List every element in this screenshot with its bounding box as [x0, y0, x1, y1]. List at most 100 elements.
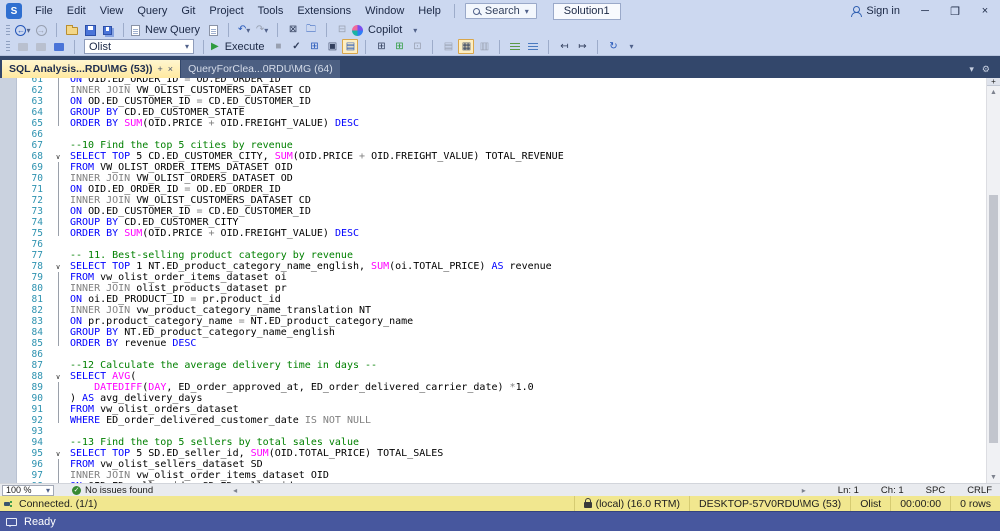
navigate-forward-button[interactable]: → — [33, 23, 49, 38]
code-line-86[interactable] — [70, 349, 985, 360]
code-line-89[interactable]: DATEDIFF(DAY, ED_order_approved_at, ED_o… — [70, 382, 985, 393]
fold-collapse-icon[interactable]: ∨ — [53, 151, 63, 162]
scroll-down-arrow[interactable]: ▼ — [987, 471, 1000, 483]
menu-item-query[interactable]: Query — [130, 0, 174, 22]
minimize-button[interactable]: ─ — [910, 0, 940, 22]
toolbar-overflow-button[interactable]: ▾ — [407, 23, 423, 38]
code-line-67[interactable]: --10 Find the top 5 cities by revenue — [70, 140, 985, 151]
code-line-83[interactable]: ON pr.product_category_name = NT.ED_prod… — [70, 316, 985, 327]
code-line-79[interactable]: FROM vw_olist_order_items_dataset oi — [70, 272, 985, 283]
splitter-handle[interactable]: + — [987, 78, 1000, 86]
activity-monitor-button[interactable]: ⊠ — [285, 23, 301, 38]
window-options-icon[interactable]: ⚙ — [982, 64, 990, 75]
menu-item-git[interactable]: Git — [174, 0, 202, 22]
code-line-84[interactable]: GROUP BY NT.ED_product_category_name_eng… — [70, 327, 985, 338]
horizontal-scrollbar[interactable]: ◂ ▸ — [233, 486, 806, 495]
client-statistics-button[interactable]: ⊡ — [409, 39, 425, 54]
code-line-82[interactable]: INNER JOIN vw_product_category_name_tran… — [70, 305, 985, 316]
code-line-80[interactable]: INNER JOIN olist_products_dataset pr — [70, 283, 985, 294]
code-line-70[interactable]: INNER JOIN VW_OLIST_ORDERS_DATASET OD — [70, 173, 985, 184]
code-line-76[interactable] — [70, 239, 985, 250]
fold-collapse-icon[interactable]: ∨ — [53, 261, 63, 272]
code-line-66[interactable] — [70, 129, 985, 140]
connect-button[interactable] — [15, 39, 31, 54]
code-line-73[interactable]: ON OD.ED_CUSTOMER_ID = CD.ED_CUSTOMER_ID — [70, 206, 985, 217]
uncomment-selection-button[interactable] — [525, 39, 541, 54]
save-button[interactable] — [82, 23, 98, 38]
code-editor[interactable]: 61 62 63 64 65 66 67 68 69 70 71 72 73 74 75 76 77 78 79 80… — [0, 78, 1000, 483]
code-line-63[interactable]: ON OD.ED_CUSTOMER_ID = CD.ED_CUSTOMER_ID — [70, 96, 985, 107]
code-line-93[interactable] — [70, 426, 985, 437]
menu-item-edit[interactable]: Edit — [60, 0, 93, 22]
copilot-button[interactable] — [352, 23, 364, 38]
code-line-74[interactable]: GROUP BY CD.ED_CUSTOMER_CITY — [70, 217, 985, 228]
code-line-88[interactable]: SELECT AVG( — [70, 371, 985, 382]
include-actual-plan-button[interactable]: ⊞ — [373, 39, 389, 54]
code-line-62[interactable]: INNER JOIN VW_OLIST_CUSTOMERS_DATASET CD — [70, 85, 985, 96]
menu-item-extensions[interactable]: Extensions — [290, 0, 358, 22]
cancel-query-button[interactable]: ■ — [270, 39, 286, 54]
document-health-indicator[interactable]: ✓ No issues found — [72, 485, 153, 496]
save-all-button[interactable] — [100, 23, 116, 38]
comment-selection-button[interactable] — [507, 39, 523, 54]
code-line-95[interactable]: SELECT TOP 5 SD.ED_seller_id, SUM(OID.TO… — [70, 448, 985, 459]
document-tab-1[interactable]: SQL Analysis...RDU\MG (53)) + × — [2, 60, 181, 78]
code-line-87[interactable]: --12 Calculate the average delivery time… — [70, 360, 985, 371]
menu-item-project[interactable]: Project — [202, 0, 250, 22]
scroll-left-arrow[interactable]: ◂ — [233, 486, 237, 495]
menu-item-help[interactable]: Help — [411, 0, 448, 22]
decrease-indent-button[interactable]: ↤ — [556, 39, 572, 54]
code-line-64[interactable]: GROUP BY CD.ED_CUSTOMER_STATE — [70, 107, 985, 118]
new-query-button[interactable] — [131, 23, 140, 38]
code-line-61[interactable]: ON OID.ED_ORDER_ID = OD.ED_ORDER_ID — [70, 78, 985, 85]
code-line-97[interactable]: INNER JOIN vw_olist_order_items_dataset … — [70, 470, 985, 481]
intellisense-enabled-button[interactable]: ▤ — [342, 39, 359, 54]
template-parameters-button[interactable]: ↻ — [605, 39, 621, 54]
open-query-button[interactable] — [205, 23, 221, 38]
parse-button[interactable]: ✓ — [288, 39, 304, 54]
pin-tab-icon[interactable]: + — [158, 64, 163, 74]
menu-item-window[interactable]: Window — [358, 0, 411, 22]
code-line-98[interactable]: ON OID.ED_seller_id = SD.ED_seller_id — [70, 481, 985, 483]
code-line-78[interactable]: SELECT TOP 1 NT.ED_product_category_name… — [70, 261, 985, 272]
feedback-icon[interactable] — [6, 517, 17, 527]
change-connection-button[interactable] — [51, 39, 67, 54]
execute-button[interactable]: ▶ — [211, 39, 219, 54]
redo-button[interactable]: ↷ ▾ — [254, 23, 270, 38]
execute-label[interactable]: Execute — [220, 41, 270, 53]
code-line-72[interactable]: INNER JOIN VW_OLIST_CUSTOMERS_DATASET CD — [70, 195, 985, 206]
menu-item-tools[interactable]: Tools — [251, 0, 291, 22]
code-content[interactable]: ON OID.ED_ORDER_ID = OD.ED_ORDER_ID INNER… — [70, 78, 985, 483]
code-line-85[interactable]: ORDER BY revenue DESC — [70, 338, 985, 349]
sign-in-button[interactable]: Sign in — [840, 5, 910, 17]
live-query-statistics-button[interactable]: ⊞ — [391, 39, 407, 54]
new-query-label[interactable]: New Query — [141, 24, 204, 36]
script-options-button[interactable]: 🗀 — [303, 23, 319, 38]
database-selector[interactable]: Olist ▾ — [84, 39, 194, 54]
copilot-label[interactable]: Copilot — [364, 24, 406, 36]
scroll-up-arrow[interactable]: ▲ — [987, 86, 1000, 98]
open-file-button[interactable] — [64, 23, 80, 38]
fold-collapse-icon[interactable]: ∨ — [53, 448, 63, 459]
code-line-96[interactable]: FROM vw_olist_sellers_dataset SD — [70, 459, 985, 470]
toolbar-grip[interactable] — [6, 41, 10, 52]
results-to-file-button[interactable]: ▥ — [476, 39, 492, 54]
code-line-75[interactable]: ORDER BY SUM(OID.PRICE + OID.FREIGHT_VAL… — [70, 228, 985, 239]
panel-layout-button[interactable]: ⊟ — [334, 23, 350, 38]
undo-button[interactable]: ↶ ▾ — [236, 23, 252, 38]
maximize-button[interactable]: ❐ — [940, 0, 970, 22]
zoom-selector[interactable]: 100 % ▾ — [2, 484, 54, 496]
vertical-scrollbar-thumb[interactable] — [989, 195, 998, 443]
code-line-90[interactable]: ) AS avg_delivery_days — [70, 393, 985, 404]
solution-name[interactable]: Solution1 — [552, 2, 621, 20]
menu-item-view[interactable]: View — [93, 0, 131, 22]
code-line-92[interactable]: WHERE ED_order_delivered_customer_date I… — [70, 415, 985, 426]
toolbar-overflow-button[interactable]: ▾ — [623, 39, 639, 54]
menu-item-file[interactable]: File — [28, 0, 60, 22]
query-options-button[interactable]: ▣ — [324, 39, 340, 54]
navigate-back-button[interactable]: ← ▾ — [15, 23, 31, 38]
toolbar-grip[interactable] — [6, 24, 10, 36]
code-line-81[interactable]: ON oi.ED_PRODUCT_ID = pr.product_id — [70, 294, 985, 305]
vertical-scrollbar[interactable]: + ▲ ▼ — [986, 78, 1000, 483]
disconnect-button[interactable] — [33, 39, 49, 54]
